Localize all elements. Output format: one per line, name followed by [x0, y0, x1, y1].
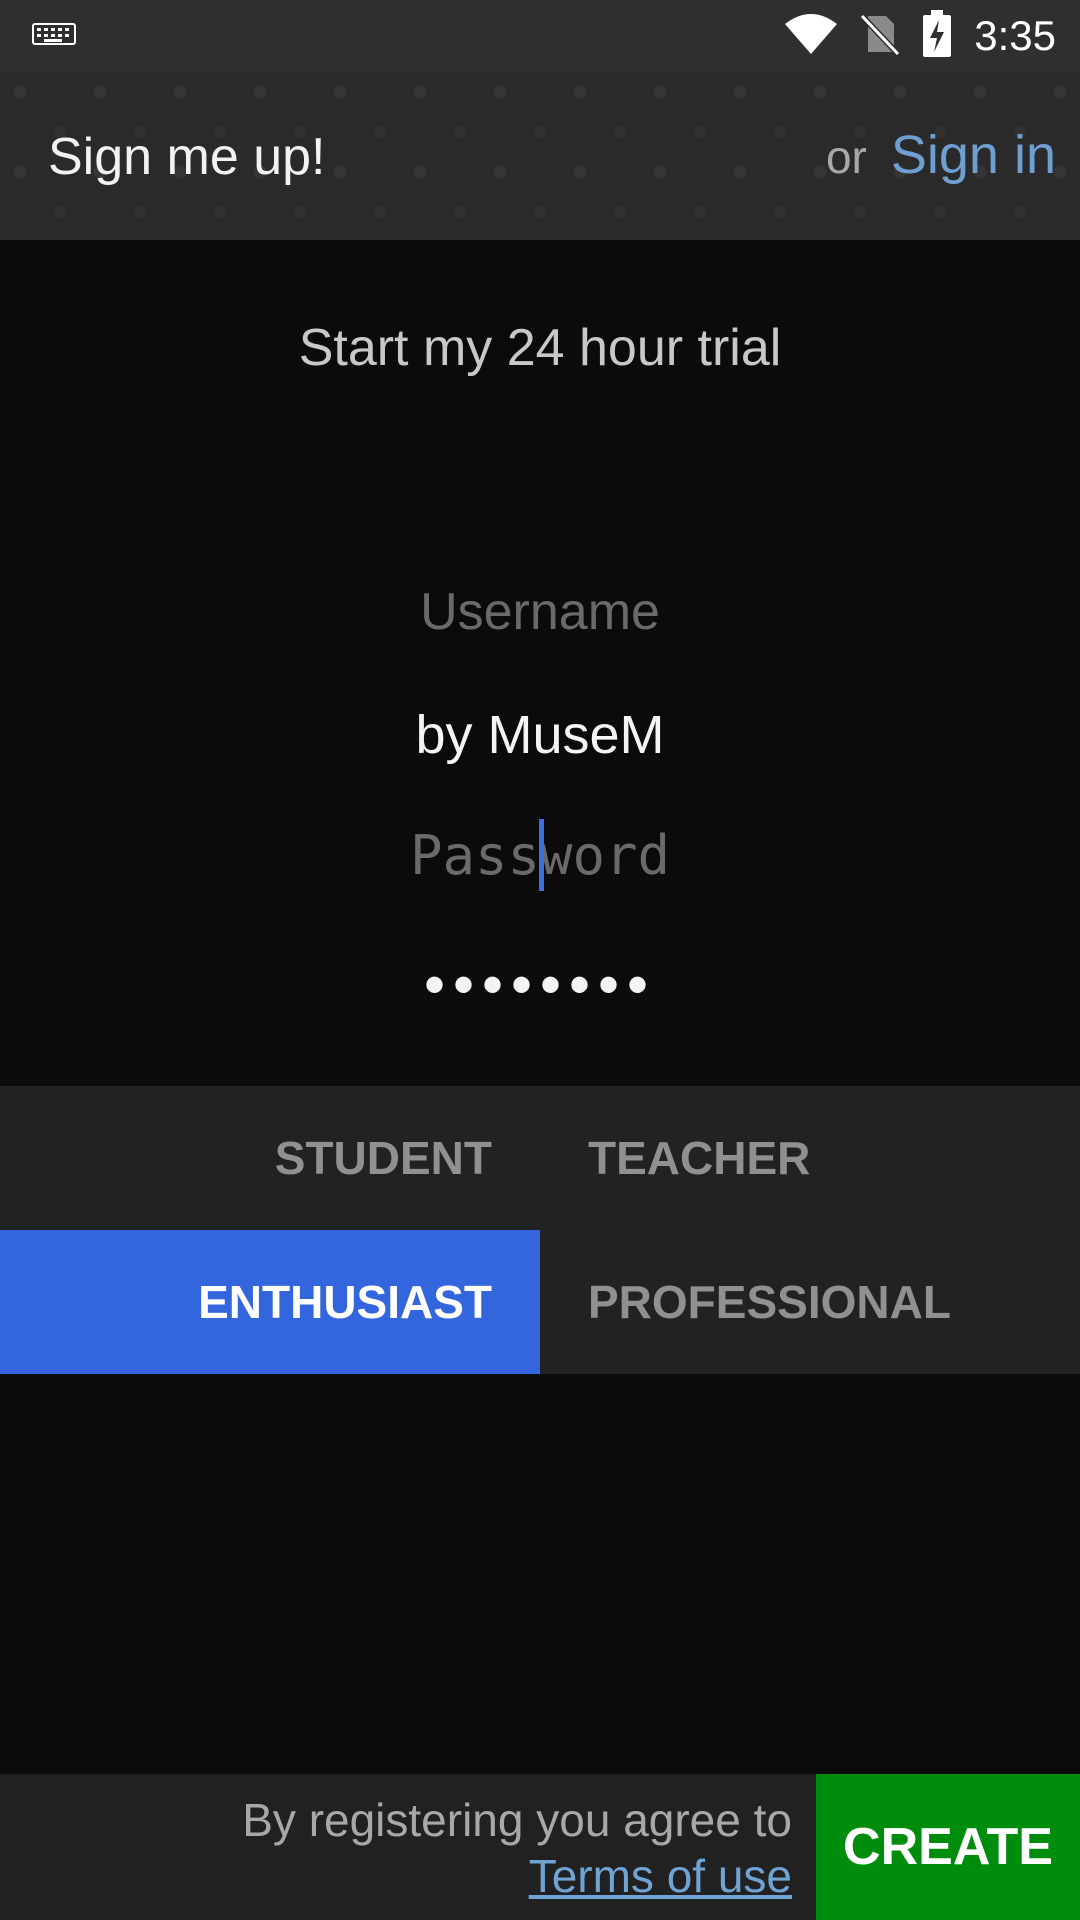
username-field[interactable]: by MuseM — [240, 704, 840, 766]
app-header: Sign me up! or Sign in — [0, 72, 1080, 240]
terms-prefix: By registering you agree to — [242, 1794, 792, 1846]
status-time: 3:35 — [974, 12, 1056, 59]
status-bar: 3:35 — [0, 0, 1080, 72]
create-button[interactable]: CREATE — [816, 1774, 1080, 1920]
header-signin-group: or Sign in — [826, 124, 1056, 186]
role-professional[interactable]: PROFESSIONAL — [540, 1230, 1080, 1374]
keyboard-icon — [32, 20, 76, 53]
password-field[interactable]: •••••••• — [240, 950, 840, 1019]
footer-bar: By registering you agree to Terms of use… — [0, 1774, 1080, 1920]
or-label: or — [825, 131, 867, 183]
role-student[interactable]: STUDENT — [0, 1086, 540, 1230]
sign-in-link[interactable]: Sign in — [891, 124, 1056, 186]
username-label: Username — [420, 583, 660, 641]
trial-heading: Start my 24 hour trial — [298, 319, 782, 377]
role-enthusiast[interactable]: ENTHUSIAST — [0, 1230, 540, 1374]
no-sim-icon — [860, 12, 901, 61]
role-teacher[interactable]: TEACHER — [540, 1086, 1080, 1230]
text-cursor — [539, 819, 544, 891]
wifi-icon — [784, 12, 838, 61]
terms-notice: By registering you agree to Terms of use — [242, 1792, 792, 1904]
terms-of-use-link[interactable]: Terms of use — [242, 1848, 792, 1904]
role-selector: STUDENT TEACHER ENTHUSIAST PROFESSIONAL — [0, 1086, 1080, 1374]
page-title: Sign me up! — [48, 128, 326, 186]
battery-charging-icon — [922, 9, 952, 63]
